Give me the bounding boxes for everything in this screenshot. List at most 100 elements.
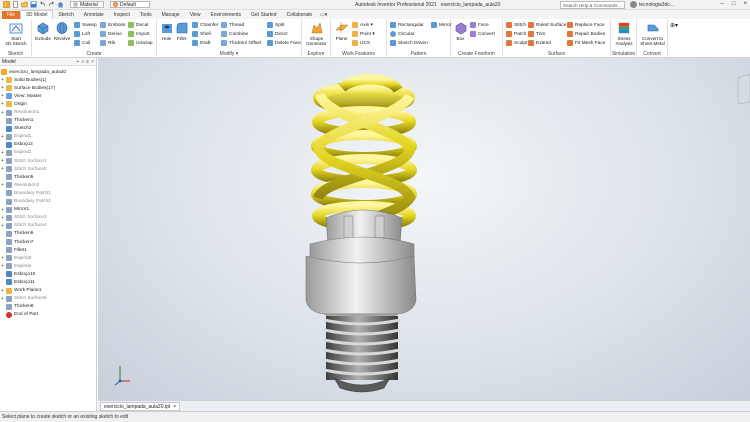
lamp-base[interactable]: [305, 255, 417, 321]
tree-item[interactable]: + Stitch Surface3: [0, 214, 96, 222]
ribbon-options-icon[interactable]: ▭▾: [317, 11, 330, 19]
tree-root[interactable]: exercicio_lampada_aula20: [0, 68, 96, 76]
tree-item[interactable]: Thicken7: [0, 238, 96, 246]
tab-collaborate[interactable]: Collaborate: [282, 11, 318, 19]
tab-get-started[interactable]: Get Started: [246, 11, 282, 19]
view-triad[interactable]: [114, 366, 130, 386]
expand-icon[interactable]: +: [0, 255, 5, 261]
convert-freeform-button[interactable]: Convert: [470, 31, 495, 37]
tree-item[interactable]: + Mirror1: [0, 206, 96, 214]
home-icon[interactable]: [57, 1, 64, 8]
spiral-coil[interactable]: [311, 74, 417, 231]
plane-button[interactable]: Plane: [333, 21, 350, 41]
screw-thread[interactable]: [323, 316, 401, 393]
fit-mesh-face-button[interactable]: Fit Mesh Face: [567, 40, 605, 46]
sweep-button[interactable]: Sweep: [74, 22, 97, 28]
tree-item[interactable]: Thicken5: [0, 173, 96, 181]
tree-item[interactable]: + Stitch Surface2: [0, 165, 96, 173]
tree-item[interactable]: + View: Master: [0, 92, 96, 100]
tree-item[interactable]: + Espiral4: [0, 262, 96, 270]
tab-3d-model[interactable]: 3D Model: [20, 10, 54, 19]
direct-button[interactable]: Direct: [267, 31, 288, 37]
sketch-driven-button[interactable]: Sketch Driven: [390, 40, 428, 46]
tree-item[interactable]: + Espiral3: [0, 254, 96, 262]
tab-manage[interactable]: Manage: [157, 11, 185, 19]
thicken-offset-button[interactable]: Thicken/ Offset: [221, 40, 261, 46]
expand-icon[interactable]: +: [0, 207, 5, 213]
tree-item[interactable]: Fillet1: [0, 246, 96, 254]
close-window-icon[interactable]: ×: [743, 1, 747, 7]
user-account[interactable]: tecnologia3dc...: [630, 1, 674, 8]
expand-icon[interactable]: +: [0, 166, 5, 172]
ruled-surface-button[interactable]: Ruled Surface: [528, 22, 566, 28]
circular-pattern-button[interactable]: Circular: [390, 31, 415, 37]
expand-icon[interactable]: +: [0, 182, 5, 188]
derive-button[interactable]: Derive: [100, 31, 122, 37]
point-button[interactable]: Point ▾: [352, 31, 375, 37]
expand-icon[interactable]: +: [0, 215, 5, 221]
tree-item[interactable]: Boundary Patch1: [0, 189, 96, 197]
minimize-icon[interactable]: –: [721, 1, 724, 7]
import-button[interactable]: Import: [128, 31, 150, 37]
tree-item[interactable]: + Espiral2: [0, 149, 96, 157]
split-button[interactable]: Split: [267, 22, 284, 28]
browser-add-icon[interactable]: +: [76, 59, 79, 65]
expand-icon[interactable]: +: [0, 263, 5, 269]
viewcube[interactable]: [737, 73, 750, 105]
tree-item[interactable]: Sketch2: [0, 125, 96, 133]
tree-item[interactable]: + Work Plane1: [0, 287, 96, 295]
tree-item[interactable]: Esboço11: [0, 278, 96, 286]
tab-file[interactable]: File: [2, 11, 21, 19]
tree-item[interactable]: Thicken1: [0, 117, 96, 125]
draft-button[interactable]: Draft: [192, 40, 210, 46]
box-button[interactable]: Box: [453, 21, 468, 41]
tree-item[interactable]: + Revolution1: [0, 108, 96, 116]
appearance-dropdown[interactable]: Default: [110, 1, 150, 8]
shell-button[interactable]: Shell: [192, 31, 211, 37]
tab-inspect[interactable]: Inspect: [109, 11, 135, 19]
tree-item[interactable]: + Surface Bodies(17): [0, 84, 96, 92]
mirror-button[interactable]: Mirror: [431, 22, 452, 28]
fillet-button[interactable]: Fillet: [174, 21, 189, 41]
replace-face-button[interactable]: Replace Face: [567, 22, 605, 28]
expand-icon[interactable]: +: [0, 134, 5, 140]
chamfer-button[interactable]: Chamfer: [192, 22, 218, 28]
app-menu-icon[interactable]: I: [3, 1, 10, 9]
repair-bodies-button[interactable]: Repair Bodies: [567, 31, 605, 37]
rectangular-pattern-button[interactable]: Rectangular: [390, 22, 424, 28]
redo-icon[interactable]: [48, 1, 55, 8]
save-icon[interactable]: [30, 1, 37, 8]
expand-icon[interactable]: +: [0, 77, 5, 83]
tab-environments[interactable]: Environments: [205, 11, 246, 19]
open-icon[interactable]: [21, 1, 28, 8]
document-tab[interactable]: exercicio_lampada_aula20.ipt ×: [100, 402, 181, 411]
browser-close-icon[interactable]: ×: [91, 59, 94, 65]
stress-analysis-button[interactable]: Stress Analysis: [612, 21, 636, 46]
trim-button[interactable]: Trim: [528, 31, 545, 37]
expand-icon[interactable]: +: [0, 85, 5, 91]
thread-button[interactable]: Thread: [221, 22, 244, 28]
decal-button[interactable]: Decal: [128, 22, 148, 28]
tree-item[interactable]: + Stitch Surface5: [0, 295, 96, 303]
expand-icon[interactable]: +: [0, 110, 5, 116]
tree-item[interactable]: Esboço10: [0, 270, 96, 278]
new-icon[interactable]: [12, 1, 19, 8]
tree-item[interactable]: + Origin: [0, 100, 96, 108]
patch-button[interactable]: Patch: [506, 31, 526, 37]
tree-item[interactable]: + Espiral1: [0, 133, 96, 141]
start-2d-sketch-button[interactable]: Start 2D Sketch: [3, 21, 29, 46]
tree-item[interactable]: End of Part: [0, 311, 96, 319]
delete-face-button[interactable]: Delete Face: [267, 40, 301, 46]
stitch-button[interactable]: Stitch: [506, 22, 526, 28]
rib-button[interactable]: Rib: [100, 40, 115, 46]
expand-icon[interactable]: +: [0, 101, 5, 107]
extrude-button[interactable]: Extrude: [34, 21, 52, 41]
tree-item[interactable]: + Stitch Surface1: [0, 157, 96, 165]
help-search-input[interactable]: Search Help & Commands...: [560, 1, 625, 9]
browser-menu-icon[interactable]: ≡: [86, 59, 89, 65]
expand-icon[interactable]: +: [0, 158, 5, 164]
convert-sheet-metal-button[interactable]: Convert to Sheet Metal: [638, 21, 667, 46]
close-tab-icon[interactable]: ×: [173, 403, 176, 411]
graphics-viewport[interactable]: [98, 58, 750, 400]
sculpt-button[interactable]: Sculpt: [506, 40, 527, 46]
